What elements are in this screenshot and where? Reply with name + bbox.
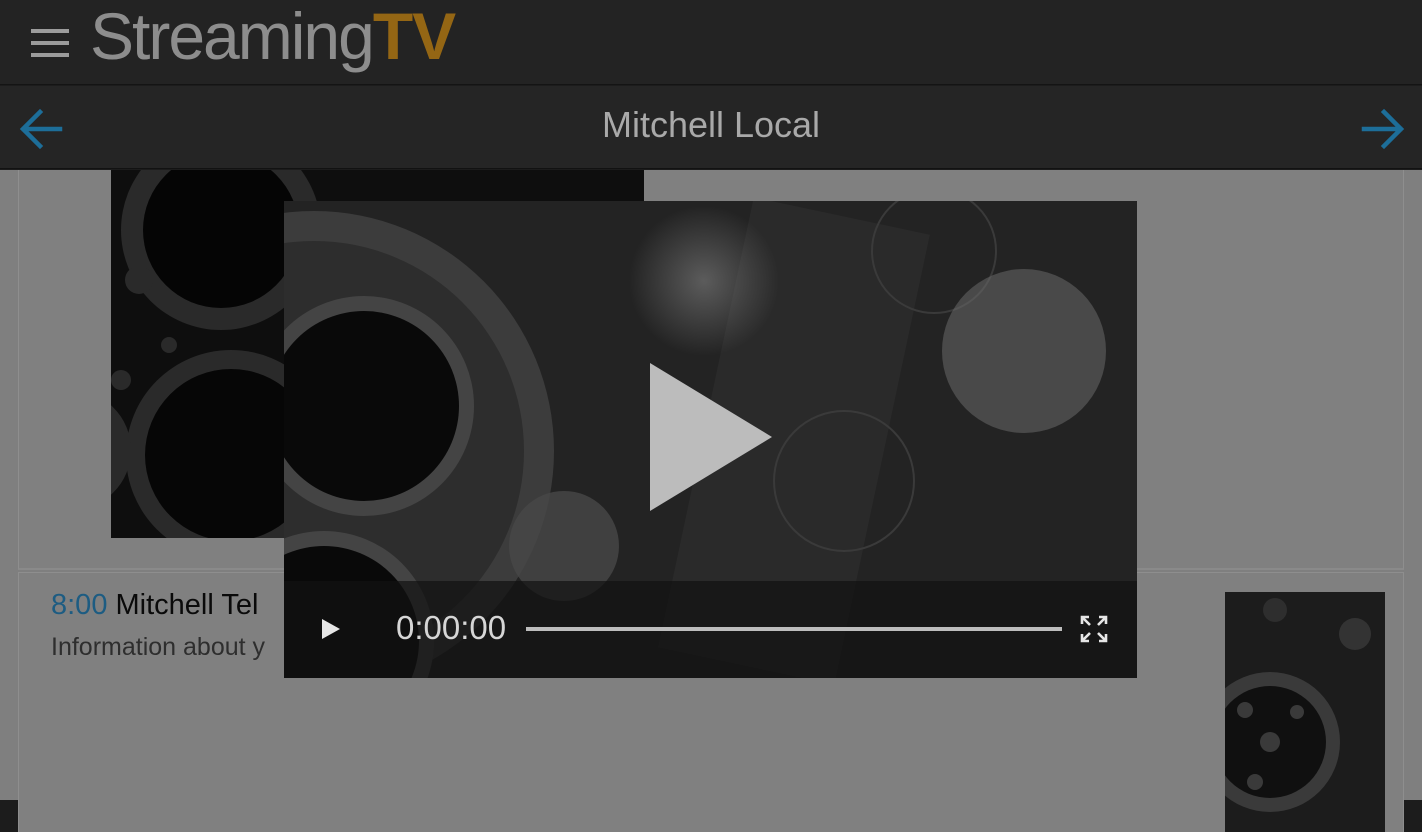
app-header: StreamingTV <box>0 0 1422 85</box>
program-heading: 8:00 Mitchell Tel <box>51 589 258 622</box>
program-thumbnail[interactable] <box>1225 592 1385 832</box>
video-player[interactable]: 0:00:00 <box>284 201 1137 678</box>
channel-title: Mitchell Local <box>601 104 821 145</box>
progress-bar[interactable] <box>526 627 1062 631</box>
current-time: 0:00:00 <box>396 609 507 646</box>
progress-fill <box>526 627 1062 631</box>
program-time: 8:00 <box>51 589 108 621</box>
player-controls: 0:00:00 <box>284 581 1137 678</box>
hamburger-menu-icon[interactable] <box>28 26 72 62</box>
big-play-icon[interactable] <box>650 363 772 511</box>
program-title: Mitchell Tel <box>115 589 259 621</box>
fullscreen-icon[interactable] <box>1080 615 1108 643</box>
app-logo[interactable]: StreamingTV <box>90 0 456 76</box>
logo-tv-text: TV <box>372 0 456 73</box>
channel-nav-bar: Mitchell Local <box>0 86 1422 169</box>
logo-streaming-text: Streaming <box>90 0 375 73</box>
play-icon[interactable] <box>318 617 342 641</box>
arrow-right-icon[interactable] <box>1360 106 1406 152</box>
program-description: Information about y <box>51 633 266 661</box>
